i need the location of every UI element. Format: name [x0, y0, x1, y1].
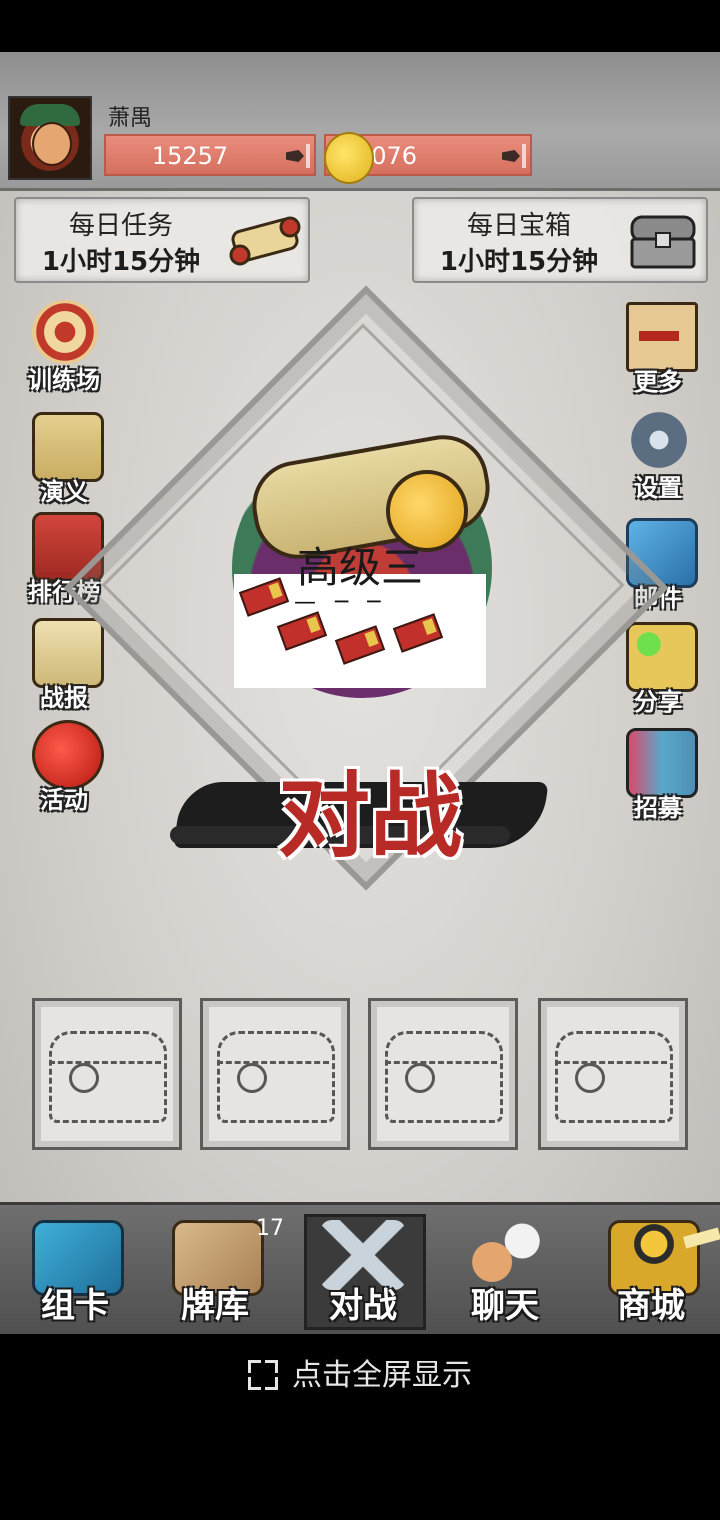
- bar-icon: [306, 144, 310, 168]
- arrow-icon: [502, 150, 520, 162]
- player-header: 萧禺 15257 1076: [0, 52, 720, 191]
- daily-chest-title: 每日宝箱: [466, 211, 571, 241]
- nav-shop[interactable]: 商城: [586, 1214, 716, 1326]
- chest-lid: [385, 1061, 497, 1064]
- daily-task-timer: 1小时15分钟: [41, 247, 201, 277]
- dash-icon: [639, 331, 679, 341]
- nav-card-library-label: 牌库: [181, 1286, 249, 1326]
- daily-task-button[interactable]: 每日任务 1小时15分钟: [14, 197, 310, 283]
- training-ground-label: 训练场: [28, 366, 100, 394]
- treasure-chest-icon: [630, 215, 696, 269]
- training-ground-button[interactable]: 训练场: [18, 300, 110, 396]
- daily-chest-timer: 1小时15分钟: [439, 247, 599, 277]
- fullscreen-icon: [248, 1360, 278, 1390]
- empty-chest-icon: [555, 1031, 673, 1123]
- more-button[interactable]: 更多: [612, 302, 704, 398]
- daily-chest-button[interactable]: 每日宝箱 1小时15分钟: [412, 197, 708, 283]
- chest-lid: [555, 1061, 667, 1064]
- lock-icon: [237, 1063, 267, 1093]
- corner-top-left: [248, 1360, 261, 1373]
- corner-bottom-left: [248, 1377, 261, 1390]
- chest-slot-2[interactable]: [200, 998, 350, 1150]
- fullscreen-prompt[interactable]: 点击全屏显示: [0, 1350, 720, 1406]
- daily-task-title: 每日任务: [68, 211, 173, 241]
- rank-star-icon: [276, 611, 328, 651]
- settings-label: 设置: [634, 474, 682, 502]
- story-label: 演义: [40, 478, 88, 506]
- lock-icon: [575, 1063, 605, 1093]
- story-button[interactable]: 演义: [18, 412, 110, 508]
- arrow-icon: [286, 150, 304, 162]
- recruit-button[interactable]: 招募: [612, 728, 704, 824]
- game-screen: 萧禺 15257 1076 每日任务 1小时15分钟 每日宝箱 1小时15分钟: [0, 52, 720, 1334]
- gear-icon: [626, 408, 692, 472]
- empty-chest-icon: [49, 1031, 167, 1123]
- rank-star-icon: [392, 613, 444, 653]
- battle-report-label: 战报: [40, 684, 88, 712]
- nav-deck-builder[interactable]: 组卡: [10, 1214, 140, 1326]
- avatar-face: [32, 122, 72, 166]
- player-name: 萧禺: [108, 106, 153, 131]
- nav-shop-label: 商城: [617, 1286, 685, 1326]
- battle-report-button[interactable]: 战报: [18, 618, 110, 714]
- events-label: 活动: [40, 786, 88, 814]
- nav-chat-label: 聊天: [471, 1286, 539, 1326]
- status-bar: [0, 0, 720, 52]
- corner-bottom-right: [265, 1377, 278, 1390]
- chest-slot-4[interactable]: [538, 998, 688, 1150]
- chest-lid: [49, 1061, 161, 1064]
- rank-star-icon: [334, 625, 386, 665]
- fullscreen-label: 点击全屏显示: [292, 1358, 472, 1393]
- events-button[interactable]: 活动: [18, 720, 110, 816]
- lock-icon: [69, 1063, 99, 1093]
- player-avatar[interactable]: [8, 96, 92, 180]
- card-library-badge: 17: [256, 1216, 284, 1241]
- ingot-icon: [324, 132, 374, 184]
- corner-top-right: [265, 1360, 278, 1373]
- chest-slot-1[interactable]: [32, 998, 182, 1150]
- nav-deck-builder-label: 组卡: [41, 1286, 109, 1326]
- rank-name: 高级三: [296, 543, 423, 592]
- bar-icon: [522, 144, 526, 168]
- target-icon: [32, 300, 98, 364]
- nav-chat[interactable]: 聊天: [440, 1214, 570, 1326]
- settings-button[interactable]: 设置: [612, 408, 704, 504]
- nav-battle-label: 对战: [329, 1286, 397, 1326]
- battle-button[interactable]: 对战: [170, 742, 550, 882]
- recruit-label: 招募: [634, 794, 682, 822]
- nav-battle[interactable]: 对战: [298, 1214, 428, 1326]
- lock-icon: [405, 1063, 435, 1093]
- scroll-icon: [229, 216, 301, 266]
- battle-label: 对战: [277, 762, 462, 870]
- chest-lid: [217, 1061, 329, 1064]
- empty-chest-icon: [385, 1031, 503, 1123]
- empty-chest-icon: [217, 1031, 335, 1123]
- gold-counter[interactable]: 15257: [104, 134, 316, 176]
- more-label: 更多: [634, 368, 682, 396]
- gold-value: 15257: [151, 142, 229, 170]
- chest-slot-3[interactable]: [368, 998, 518, 1150]
- share-button[interactable]: 分享: [612, 622, 704, 718]
- share-label: 分享: [634, 688, 682, 716]
